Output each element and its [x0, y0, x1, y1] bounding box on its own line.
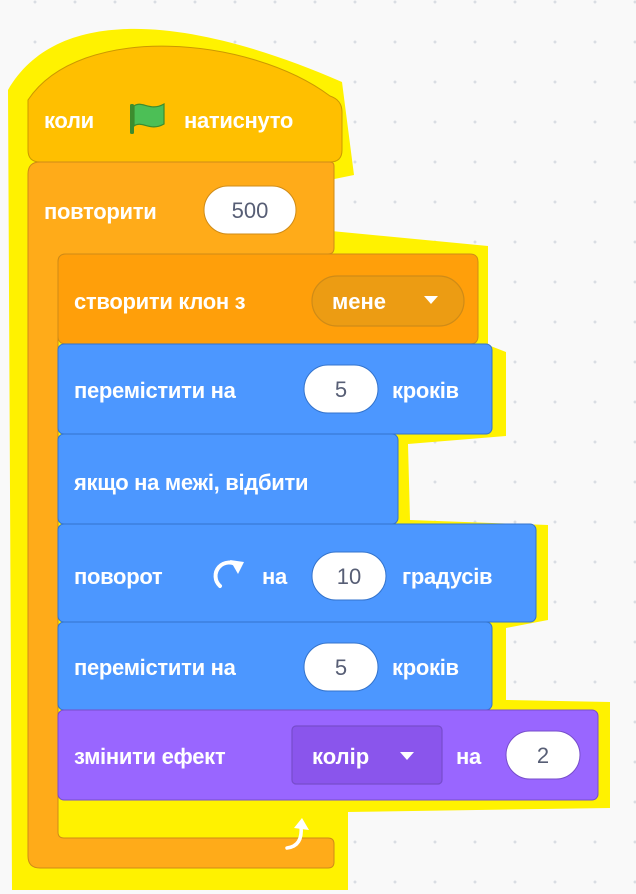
change-effect-block[interactable]: змінити ефект колір на 2 [57, 709, 599, 801]
change-effect-value: 2 [537, 743, 549, 768]
turn-right-block[interactable]: поворот на 10 градусів [57, 523, 537, 623]
create-clone-block[interactable]: створити клон з мене [57, 253, 479, 345]
hat-label-clicked: натиснуто [184, 108, 293, 133]
clone-target-value: мене [332, 289, 386, 314]
bounce-label: якщо на межі, відбити [73, 470, 308, 495]
move-steps-value: 5 [335, 377, 347, 402]
scratch-workspace[interactable]: коли натиснуто повторити 500 створити кл… [0, 0, 636, 894]
turn-degrees-suffix: градусів [402, 564, 492, 589]
move-steps-block-1[interactable]: перемістити на 5 кроків [57, 343, 493, 435]
move-steps-suffix-2: кроків [392, 655, 459, 680]
repeat-count-value: 500 [232, 198, 269, 223]
hat-label-when: коли [44, 108, 94, 133]
move-steps-block-2[interactable]: перемістити на 5 кроків [57, 621, 493, 711]
create-clone-label: створити клон з [74, 289, 246, 314]
move-steps-value-2: 5 [335, 655, 347, 680]
clone-target-dropdown[interactable]: мене [311, 275, 465, 327]
effect-type-value: колір [312, 744, 369, 769]
change-effect-label: змінити ефект [74, 744, 226, 769]
bounce-on-edge-block[interactable]: якщо на межі, відбити [57, 433, 399, 525]
repeat-label: повторити [44, 199, 156, 224]
change-effect-on-label: на [456, 744, 482, 769]
turn-degrees-value: 10 [337, 564, 361, 589]
turn-label: поворот [74, 564, 163, 589]
move-label: перемістити на [74, 378, 237, 403]
turn-on-label: на [262, 564, 288, 589]
move-label-2: перемістити на [74, 655, 237, 680]
effect-type-dropdown[interactable]: колір [291, 725, 443, 785]
move-steps-suffix: кроків [392, 378, 459, 403]
